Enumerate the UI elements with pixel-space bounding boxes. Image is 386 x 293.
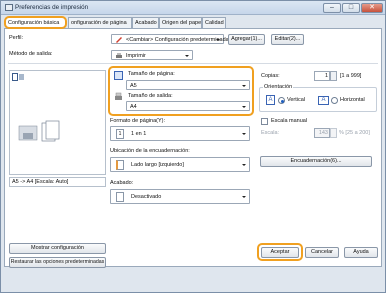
chevron-down-icon [240,130,248,137]
page-size-select[interactable]: A5 [126,80,250,90]
tab-page-setup[interactable]: onfiguración de página [68,17,132,28]
copies-label: Copias: [261,73,280,79]
page-size-value: A5 [130,83,137,89]
output-method-value: Imprimir [126,53,146,59]
page-size-label: Tamaño de página: [128,71,175,77]
preview-panel [9,70,106,175]
page-size-icon [114,71,123,80]
landscape-icon: A [318,96,329,105]
show-settings-button[interactable]: Mostrar configuración [9,243,106,254]
copies-range: [1 a 999] [340,73,362,79]
add-profile-button[interactable]: Agregar(1)... [228,34,265,45]
scale-value: 143 [318,130,328,136]
tab-finishing[interactable]: Acabado [132,17,159,28]
finishing-select[interactable]: Desactivado [110,189,250,204]
profile-label: Perfil: [9,35,24,41]
output-size-select[interactable]: A4 [126,101,250,111]
ok-button[interactable]: Aceptar [261,247,299,258]
chevron-down-icon [240,193,248,200]
output-method-label: Método de salida: [9,51,53,57]
maximize-button[interactable]: □ [342,3,360,13]
copies-input[interactable]: 1 [314,71,330,81]
minimize-button[interactable]: – [323,3,341,13]
orientation-label: Orientación [263,84,294,90]
chevron-down-icon [240,103,248,110]
binding-select[interactable]: Lado largo [izquierdo] [110,157,250,172]
scale-input[interactable]: 143 [314,128,330,138]
tab-quality[interactable]: Calidad [202,17,226,28]
page-layout-value: 1 en 1 [131,131,147,137]
output-size-value: A4 [130,104,137,110]
separator [8,63,378,64]
manual-scale-label: Escala manual [271,118,308,124]
vertical-label: Vertical [287,97,306,103]
edit-profile-button[interactable]: Editar(2)... [271,34,304,45]
help-button[interactable]: Ayuda [344,247,378,258]
output-method-select[interactable]: Imprimir [111,50,193,60]
printer-icon [115,52,123,59]
cancel-button[interactable]: Cancelar [305,247,339,258]
copies-value: 1 [324,73,328,79]
scale-range: % [25 a 200] [339,130,370,136]
chevron-down-icon [240,161,248,168]
output-size-label: Tamaño de salida: [128,93,173,99]
window-title: Preferencias de impresión [15,4,89,11]
horizontal-radio[interactable] [331,97,338,104]
binding-icon [116,160,124,170]
finishing-value: Desactivado [131,194,162,200]
binding-label: Ubicación de la encuadernación: [110,148,190,154]
horizontal-label: Horizontal [340,97,365,103]
chevron-down-icon [183,52,191,59]
tab-paper-source[interactable]: Origen del papel [159,17,202,28]
title-bar: Preferencias de impresión – □ ✕ [1,1,385,15]
binding-button[interactable]: Encuadernación(6)... [260,156,372,167]
binding-value: Lado largo [izquierdo] [131,162,184,168]
close-button[interactable]: ✕ [361,3,383,13]
restore-defaults-button[interactable]: Restaurar las opciones predeterminadas [9,257,106,268]
pencil-icon [115,36,123,43]
page-layout-icon: 1 [116,129,124,139]
scale-label: Escala: [261,130,280,136]
preview-toggle-icon[interactable] [12,73,25,81]
preview-caption: A5 -> A4 [Escala: Auto] [9,177,106,187]
scale-stepper[interactable] [330,128,337,138]
printer-icon [5,4,13,11]
page-layout-select[interactable]: 1 1 en 1 [110,126,250,141]
finishing-label: Acabado: [110,180,134,186]
portrait-icon: A [266,95,275,105]
copies-stepper[interactable] [330,71,337,81]
profile-select[interactable]: <Cambiar> Configuración predeterminada [111,34,229,44]
chevron-down-icon [214,36,222,43]
tab-basic-settings[interactable]: Configuración básica [4,16,67,29]
page-preview-image [18,111,100,171]
manual-scale-checkbox[interactable] [261,118,268,125]
vertical-radio[interactable] [278,97,285,104]
finishing-icon [116,192,124,202]
output-size-icon [114,92,123,101]
page-layout-label: Formato de página(Y): [110,118,166,124]
chevron-down-icon [240,82,248,89]
